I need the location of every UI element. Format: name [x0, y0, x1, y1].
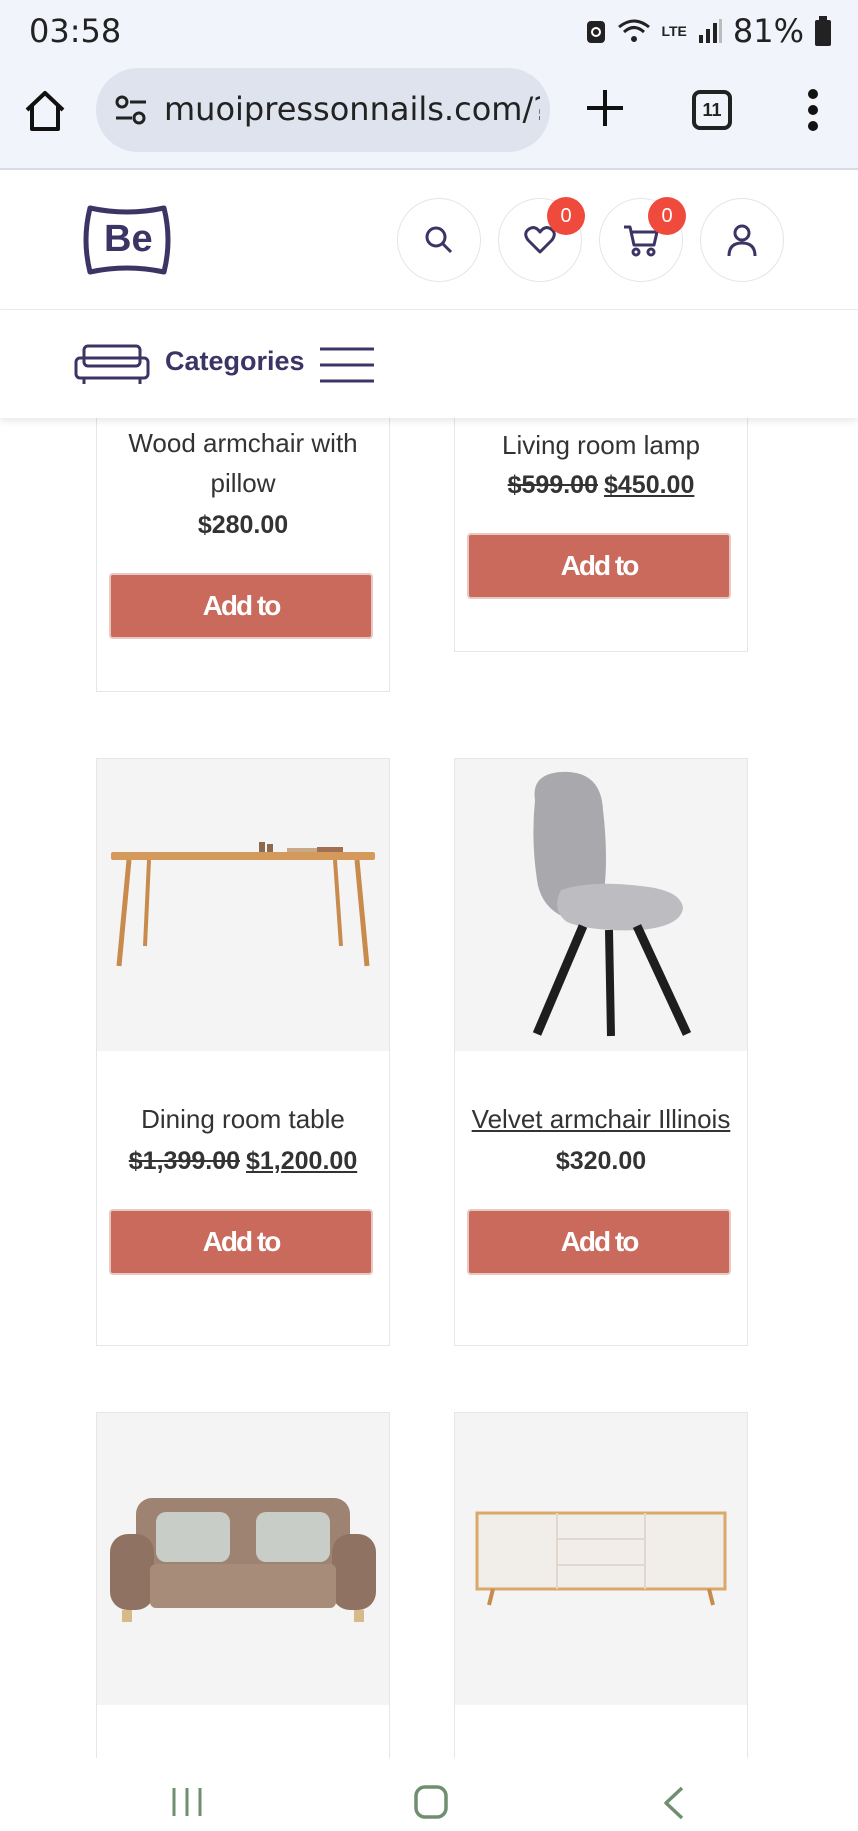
product-price: $280.00	[197, 511, 289, 539]
status-bar: 03:58 LTE 81%	[0, 0, 858, 60]
product-price: $599.00 $450.00	[455, 471, 747, 500]
logo-text: Be	[104, 218, 153, 260]
battery-icon	[815, 16, 831, 46]
old-price: $599.00	[507, 471, 598, 499]
add-to-cart-button[interactable]: Add to	[467, 1209, 731, 1275]
recycle-icon	[587, 21, 606, 43]
site-settings-icon[interactable]	[114, 94, 148, 126]
cart-button[interactable]: 0	[599, 197, 686, 282]
browser-toolbar: muoipressonnails.com/? 11	[0, 60, 858, 170]
sale-price: $450.00	[604, 471, 695, 499]
more-menu-icon[interactable]	[806, 88, 820, 132]
home-icon[interactable]	[22, 88, 68, 134]
wifi-icon	[618, 19, 651, 42]
sofa-image	[110, 1498, 376, 1622]
site-logo[interactable]: Be	[82, 204, 172, 276]
cart-count-badge: 0	[648, 197, 686, 235]
product-grid: Wood armchair with pillow $280.00 Add to…	[0, 418, 858, 1758]
network-type-label: LTE	[661, 23, 687, 39]
product-name[interactable]: Wood armchair with pillow	[97, 423, 389, 503]
tab-switcher-button[interactable]: 11	[692, 90, 732, 130]
product-image[interactable]	[97, 759, 389, 1051]
product-name[interactable]: Velvet armchair Illinois	[455, 1099, 747, 1139]
product-image[interactable]	[97, 1413, 389, 1705]
wishlist-count-badge: 0	[547, 197, 585, 235]
search-button[interactable]	[397, 198, 481, 282]
user-icon	[727, 224, 757, 257]
product-card[interactable]: Dining room table $1,399.00 $1,200.00 Add…	[96, 758, 390, 1346]
product-price: $320.00	[555, 1147, 647, 1175]
product-card[interactable]: Living room lamp $599.00 $450.00 Add to	[454, 418, 748, 652]
product-name[interactable]: Dining room table	[97, 1099, 389, 1139]
status-time: 03:58	[29, 12, 122, 50]
product-image[interactable]	[455, 1413, 747, 1705]
back-icon[interactable]	[662, 1786, 686, 1820]
product-card[interactable]	[454, 1412, 748, 1758]
home-nav-icon[interactable]	[413, 1784, 449, 1820]
product-card[interactable]	[96, 1412, 390, 1758]
add-to-cart-button[interactable]: Add to	[109, 573, 373, 639]
new-tab-icon[interactable]	[585, 88, 625, 128]
recent-apps-icon[interactable]	[170, 1786, 204, 1818]
product-card[interactable]: Wood armchair with pillow $280.00 Add to	[96, 418, 390, 692]
add-to-cart-button[interactable]: Add to	[467, 533, 731, 599]
url-text[interactable]: muoipressonnails.com/?	[164, 90, 540, 128]
status-icons: LTE 81%	[585, 12, 832, 50]
categories-label[interactable]: Categories	[165, 346, 305, 377]
add-to-cart-button[interactable]: Add to	[109, 1209, 373, 1275]
system-nav-bar	[0, 1758, 858, 1831]
sale-price: $1,200.00	[246, 1147, 358, 1175]
battery-percent: 81%	[732, 12, 804, 50]
old-price: $1,399.00	[128, 1147, 240, 1175]
velvet-chair-image	[532, 771, 692, 1037]
product-price: $1,399.00 $1,200.00	[97, 1147, 389, 1176]
site-header: Be 0 0	[0, 172, 858, 310]
account-button[interactable]	[700, 198, 784, 282]
product-name[interactable]: Living room lamp	[455, 425, 747, 465]
address-bar[interactable]: muoipressonnails.com/?	[96, 68, 550, 152]
product-image[interactable]	[455, 759, 747, 1051]
heart-icon	[524, 226, 556, 254]
product-card[interactable]: Velvet armchair Illinois $320.00 Add to	[454, 758, 748, 1346]
signal-icon	[698, 19, 722, 43]
dining-table-image	[111, 842, 375, 967]
sofa-icon	[74, 344, 150, 384]
wishlist-button[interactable]: 0	[498, 197, 585, 282]
search-icon	[425, 226, 453, 254]
hamburger-menu-icon[interactable]	[320, 346, 374, 384]
categories-bar[interactable]: Categories	[0, 310, 858, 418]
sideboard-image	[475, 1511, 727, 1606]
